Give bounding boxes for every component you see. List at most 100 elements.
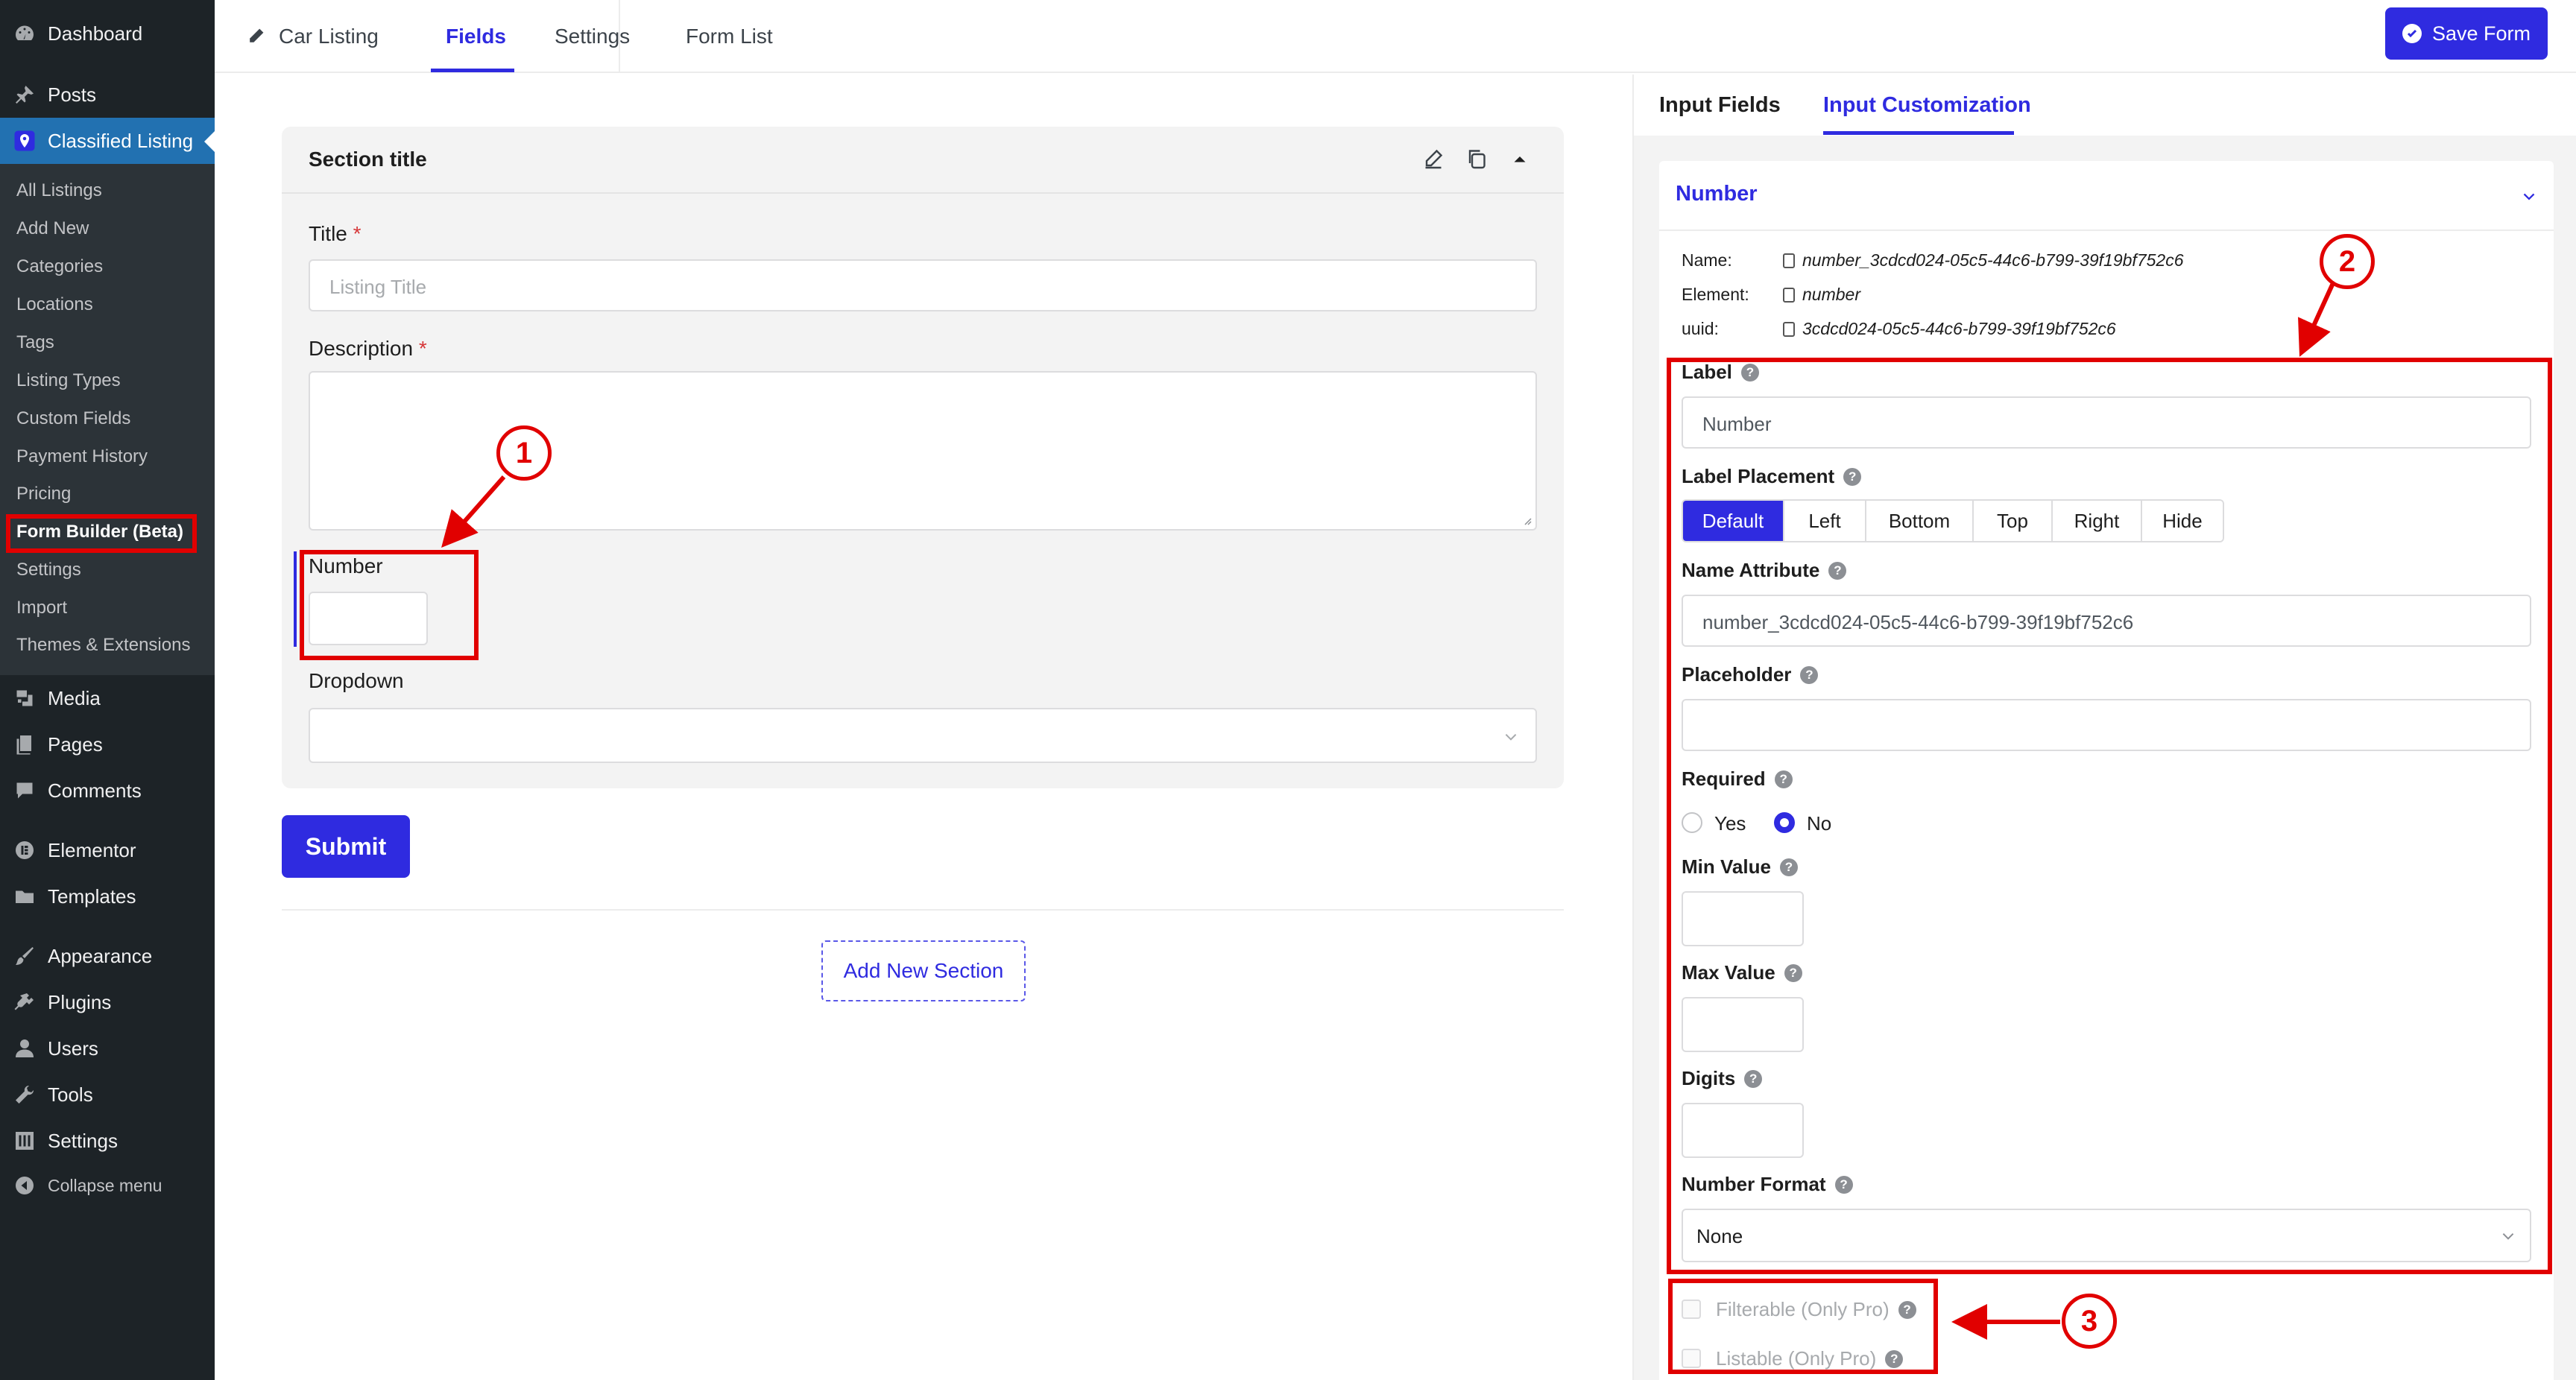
active-tab-indicator [1823, 131, 2014, 135]
collapse-caret-icon[interactable] [1509, 148, 1534, 173]
active-tab-indicator [431, 69, 514, 72]
meta-uuid-value[interactable]: 3cdcd024-05c5-44c6-b799-39f19bf752c6 [1783, 319, 2116, 339]
menu-label: Settings [48, 1129, 118, 1152]
submit-button[interactable]: Submit [282, 815, 410, 878]
settings-sliders-icon [12, 1128, 37, 1153]
dropdown-select[interactable] [309, 708, 1537, 763]
copy-icon [1783, 253, 1795, 268]
submenu-item-themes-extensions[interactable]: Themes & Extensions [16, 635, 190, 656]
title-field-label: Title * [309, 222, 362, 245]
menu-label: Classified Listing [48, 129, 194, 152]
description-textarea[interactable] [309, 371, 1537, 531]
meta-element-key: Element: [1682, 285, 1749, 304]
menu-posts[interactable]: Posts [0, 72, 215, 118]
submenu-item-add-new[interactable]: Add New [16, 218, 89, 239]
menu-label: Collapse menu [48, 1175, 162, 1195]
tab-input-customization[interactable]: Input Customization [1823, 75, 2031, 136]
form-name[interactable]: Car Listing [246, 0, 379, 73]
submenu-item-payment-history[interactable]: Payment History [16, 446, 148, 467]
submenu-item-tags[interactable]: Tags [16, 332, 54, 353]
menu-pages[interactable]: Pages [0, 721, 215, 767]
chevron-down-icon [1505, 733, 1517, 741]
title-placeholder: Listing Title [329, 276, 427, 298]
submenu-item-locations[interactable]: Locations [16, 294, 93, 315]
divider [1659, 230, 2554, 231]
menu-users[interactable]: Users [0, 1025, 215, 1072]
menu-dashboard[interactable]: Dashboard [0, 10, 215, 57]
menu-media[interactable]: Media [0, 675, 215, 721]
menu-label: Tools [48, 1083, 93, 1106]
menu-classified-listing[interactable]: Classified Listing [0, 118, 215, 164]
dashboard-icon [12, 21, 37, 46]
meta-name-value[interactable]: number_3cdcd024-05c5-44c6-b799-39f19bf75… [1783, 250, 2183, 270]
collapse-menu-button[interactable]: Collapse menu [0, 1162, 215, 1209]
copy-icon [1783, 287, 1795, 303]
save-form-button[interactable]: Save Form [2385, 7, 2548, 60]
selected-field-indicator [294, 551, 297, 647]
menu-elementor[interactable]: Elementor [0, 827, 215, 873]
edit-icon[interactable] [1422, 148, 1448, 173]
resize-handle-icon [1524, 518, 1532, 525]
menu-plugins[interactable]: Plugins [0, 979, 215, 1025]
form-builder-highlight [6, 514, 197, 553]
submenu-item-categories[interactable]: Categories [16, 256, 103, 277]
menu-label: Comments [48, 779, 142, 802]
callout-3: 3 [2062, 1294, 2117, 1349]
submenu-item-pricing[interactable]: Pricing [16, 484, 71, 504]
title-input[interactable]: Listing Title [309, 259, 1537, 311]
field-type-title[interactable]: Number [1676, 182, 1758, 206]
media-icon [12, 686, 37, 711]
menu-label: Pages [48, 732, 103, 756]
menu-label: Dashboard [48, 22, 143, 45]
menu-label: Templates [48, 884, 136, 908]
add-new-section-button[interactable]: Add New Section [821, 940, 1026, 1001]
pin-icon [12, 82, 37, 107]
chevron-down-icon[interactable] [2519, 186, 2539, 206]
pro-options-highlight [1668, 1279, 1938, 1374]
meta-uuid-key: uuid: [1682, 319, 1719, 338]
menu-appearance[interactable]: Appearance [0, 933, 215, 979]
menu-label: Posts [48, 83, 97, 106]
menu-label: Media [48, 686, 101, 709]
wp-admin-sidebar: Dashboard Posts Classified Listing All L… [0, 0, 215, 1380]
menu-tools[interactable]: Tools [0, 1072, 215, 1118]
form-builder-topbar: Car Listing Fields Settings Form List [215, 0, 2576, 73]
check-circle-icon [2402, 24, 2422, 43]
submenu-item-listing-types[interactable]: Listing Types [16, 370, 121, 391]
tab-form-list[interactable]: Form List [686, 0, 773, 73]
meta-name-key: Name: [1682, 250, 1732, 270]
menu-comments[interactable]: Comments [0, 767, 215, 814]
collapse-arrow-icon [12, 1173, 37, 1198]
submenu-item-custom-fields[interactable]: Custom Fields [16, 408, 130, 429]
submenu-item-settings[interactable]: Settings [16, 560, 81, 580]
submenu-item-all-listings[interactable]: All Listings [16, 180, 102, 201]
wrench-icon [12, 1082, 37, 1107]
callout-1: 1 [496, 425, 552, 481]
copy-icon[interactable] [1465, 148, 1491, 173]
menu-templates[interactable]: Templates [0, 873, 215, 920]
dropdown-field-label: Dropdown [309, 669, 404, 692]
menu-settings[interactable]: Settings [0, 1118, 215, 1164]
submenu-item-import[interactable]: Import [16, 598, 67, 618]
tab-fields[interactable]: Fields [446, 0, 506, 73]
form-name-label: Car Listing [279, 25, 379, 48]
section-title: Section title [309, 148, 427, 171]
settings-highlight [1667, 358, 2552, 1274]
tab-settings[interactable]: Settings [555, 0, 630, 73]
folder-icon [12, 884, 37, 909]
tab-input-fields[interactable]: Input Fields [1659, 75, 1781, 136]
pencil-icon [246, 27, 265, 46]
section-header[interactable]: Section title [282, 127, 1564, 194]
menu-label: Plugins [48, 990, 112, 1013]
save-form-label: Save Form [2431, 22, 2531, 45]
menu-label: Elementor [48, 838, 136, 861]
meta-element-value[interactable]: number [1783, 285, 1860, 305]
menu-label: Users [48, 1036, 98, 1060]
comment-icon [12, 778, 37, 803]
copy-icon [1783, 321, 1795, 337]
map-pin-icon [12, 128, 37, 153]
panel-tabs: Input Fields Input Customization [1634, 75, 2576, 136]
classified-listing-submenu: All Listings Add New Categories Location… [0, 164, 215, 675]
form-section: Section title Title * Listing Title Desc… [282, 127, 1564, 788]
menu-label: Appearance [48, 944, 153, 967]
